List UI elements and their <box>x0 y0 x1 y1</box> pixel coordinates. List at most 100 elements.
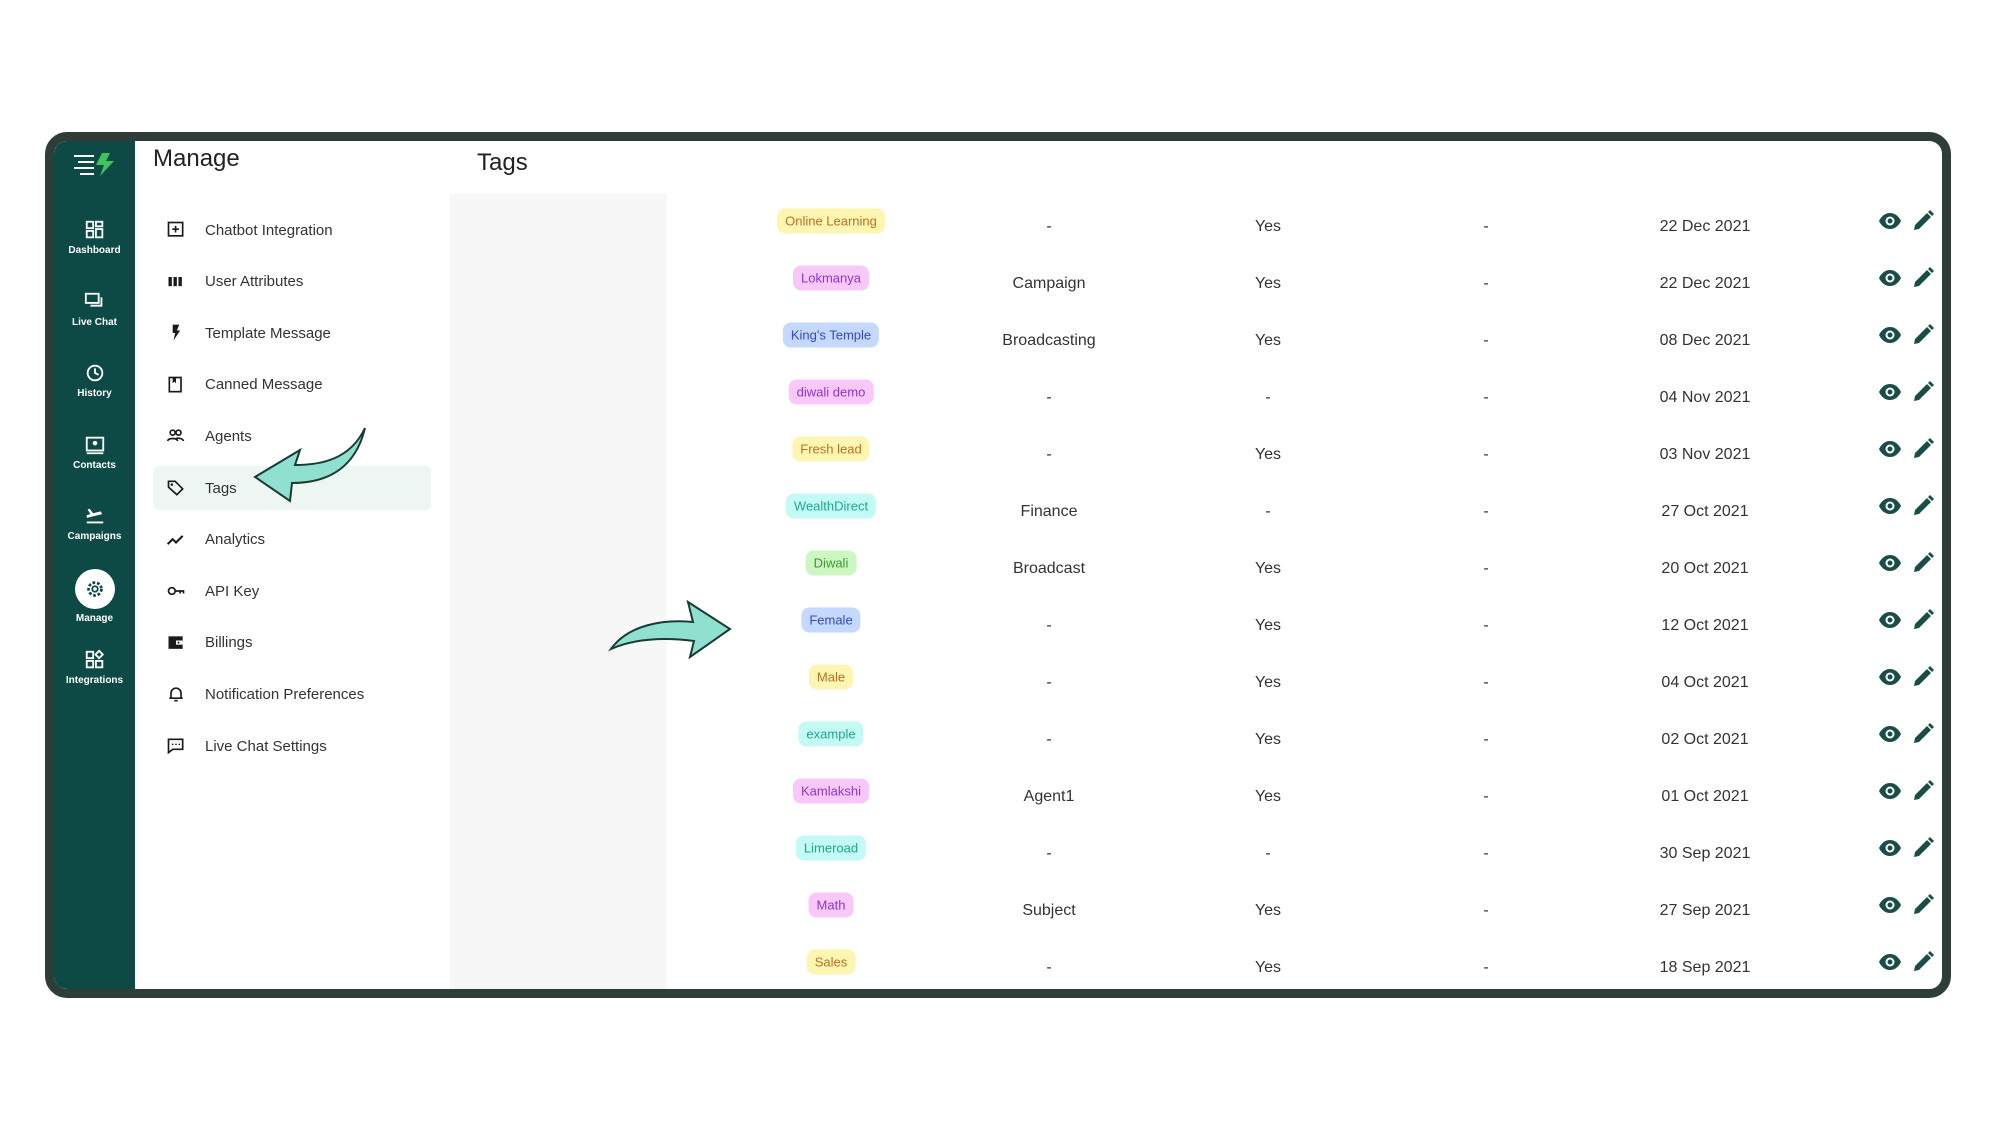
tag-badge[interactable]: Diwali <box>805 550 857 576</box>
cell-value: - <box>1483 616 1489 634</box>
tag-badge[interactable]: WealthDirect <box>785 493 877 519</box>
menu-item-billings[interactable]: Billings <box>153 621 431 665</box>
integrations-icon <box>84 649 106 671</box>
menu-title: Manage <box>153 145 240 172</box>
nav-rail: Dashboard Live Chat History Contacts Campaig… <box>54 141 135 989</box>
eye-icon[interactable] <box>1878 665 1902 689</box>
eye-icon[interactable] <box>1878 950 1902 974</box>
tag-badge[interactable]: Online Learning <box>777 208 885 234</box>
table-row: King's Temple Broadcasting Yes - 08 Dec … <box>450 312 1942 369</box>
trash-icon[interactable] <box>1945 665 1951 689</box>
trash-icon[interactable] <box>1945 722 1951 746</box>
menu-item-user-attributes[interactable]: User Attributes <box>153 260 431 304</box>
rail-item-contacts[interactable]: Contacts <box>54 434 135 471</box>
pencil-icon[interactable] <box>1911 836 1935 860</box>
pencil-icon[interactable] <box>1911 950 1935 974</box>
tag-badge[interactable]: diwali demo <box>788 379 874 405</box>
trash-icon[interactable] <box>1945 551 1951 575</box>
eye-icon[interactable] <box>1878 722 1902 746</box>
rail-item-label: History <box>77 388 112 400</box>
menu-item-live-chat-settings[interactable]: Live Chat Settings <box>153 724 431 768</box>
pencil-icon[interactable] <box>1911 722 1935 746</box>
pencil-icon[interactable] <box>1911 551 1935 575</box>
menu-item-label: Billings <box>205 634 253 652</box>
pencil-icon[interactable] <box>1911 893 1935 917</box>
tags-content: Tags Online Learning - Yes - 22 Dec 2021… <box>450 141 1942 989</box>
rail-item-live-chat[interactable]: Live Chat <box>54 291 135 328</box>
menu-item-notification-preferences[interactable]: Notification Preferences <box>153 672 431 716</box>
pencil-icon[interactable] <box>1911 380 1935 404</box>
tag-badge[interactable]: Male <box>808 664 854 690</box>
menu-item-canned-message[interactable]: Canned Message <box>153 363 431 407</box>
pencil-icon[interactable] <box>1911 437 1935 461</box>
cell-enabled: Yes <box>1254 217 1282 235</box>
rail-item-history[interactable]: History <box>54 362 135 399</box>
eye-icon[interactable] <box>1878 779 1902 803</box>
trash-icon[interactable] <box>1945 836 1951 860</box>
menu-item-api-key[interactable]: API Key <box>153 569 431 613</box>
trash-icon[interactable] <box>1945 380 1951 404</box>
menu-item-analytics[interactable]: Analytics <box>153 518 431 562</box>
cell-date: 30 Sep 2021 <box>1659 844 1751 862</box>
tag-badge[interactable]: Sales <box>806 949 856 975</box>
tag-badge[interactable]: example <box>798 721 864 747</box>
pencil-icon[interactable] <box>1911 209 1935 233</box>
cell-category: - <box>1046 217 1052 235</box>
menu-item-chatbot-integration[interactable]: Chatbot Integration <box>153 208 431 252</box>
tag-badge[interactable]: Math <box>808 892 854 918</box>
cell-category: Subject <box>1022 901 1076 919</box>
cell-enabled: Yes <box>1254 958 1282 976</box>
menu-item-template-message[interactable]: Template Message <box>153 311 431 355</box>
rail-item-label: Manage <box>75 613 114 624</box>
trash-icon[interactable] <box>1945 779 1951 803</box>
cell-value: - <box>1483 559 1489 577</box>
pencil-icon[interactable] <box>1911 494 1935 518</box>
tag-badge[interactable]: Lokmanya <box>793 265 869 291</box>
table-row: Fresh lead - Yes - 03 Nov 2021 <box>450 426 1942 483</box>
trash-icon[interactable] <box>1945 209 1951 233</box>
pencil-icon[interactable] <box>1911 779 1935 803</box>
cell-value: - <box>1483 730 1489 748</box>
eye-icon[interactable] <box>1878 836 1902 860</box>
trash-icon[interactable] <box>1945 266 1951 290</box>
eye-icon[interactable] <box>1878 494 1902 518</box>
trash-icon[interactable] <box>1945 323 1951 347</box>
analytics-icon <box>165 529 187 551</box>
cell-category: Finance <box>1020 502 1078 520</box>
rail-item-manage[interactable]: Manage <box>54 569 135 624</box>
table-row: Online Learning - Yes - 22 Dec 2021 <box>450 198 1942 255</box>
rail-item-label: Campaigns <box>67 531 122 543</box>
rail-item-dashboard[interactable]: Dashboard <box>54 219 135 256</box>
pencil-icon[interactable] <box>1911 323 1935 347</box>
eye-icon[interactable] <box>1878 608 1902 632</box>
tag-badge[interactable]: Fresh lead <box>792 436 870 462</box>
rail-item-campaigns[interactable]: Campaigns <box>54 505 135 542</box>
eye-icon[interactable] <box>1878 323 1902 347</box>
trash-icon[interactable] <box>1945 608 1951 632</box>
tag-badge[interactable]: King's Temple <box>782 322 880 348</box>
eye-icon[interactable] <box>1878 380 1902 404</box>
rail-item-integrations[interactable]: Integrations <box>54 649 135 686</box>
tag-badge[interactable]: Limeroad <box>795 835 867 861</box>
tag-badge[interactable]: Kamlakshi <box>793 778 869 804</box>
pencil-icon[interactable] <box>1911 665 1935 689</box>
trash-icon[interactable] <box>1945 893 1951 917</box>
cell-enabled: Yes <box>1254 559 1282 577</box>
eye-icon[interactable] <box>1878 209 1902 233</box>
pencil-icon[interactable] <box>1911 608 1935 632</box>
campaigns-icon <box>84 505 106 527</box>
tag-badge[interactable]: Female <box>801 607 861 633</box>
cell-date: 03 Nov 2021 <box>1659 445 1751 463</box>
cell-date: 04 Nov 2021 <box>1659 388 1751 406</box>
eye-icon[interactable] <box>1878 266 1902 290</box>
page-title: Tags <box>477 149 528 176</box>
trash-icon[interactable] <box>1945 437 1951 461</box>
pencil-icon[interactable] <box>1911 266 1935 290</box>
eye-icon[interactable] <box>1878 551 1902 575</box>
cell-date: 08 Dec 2021 <box>1659 331 1751 349</box>
cell-date: 18 Sep 2021 <box>1659 958 1751 976</box>
eye-icon[interactable] <box>1878 893 1902 917</box>
trash-icon[interactable] <box>1945 494 1951 518</box>
trash-icon[interactable] <box>1945 950 1951 974</box>
eye-icon[interactable] <box>1878 437 1902 461</box>
